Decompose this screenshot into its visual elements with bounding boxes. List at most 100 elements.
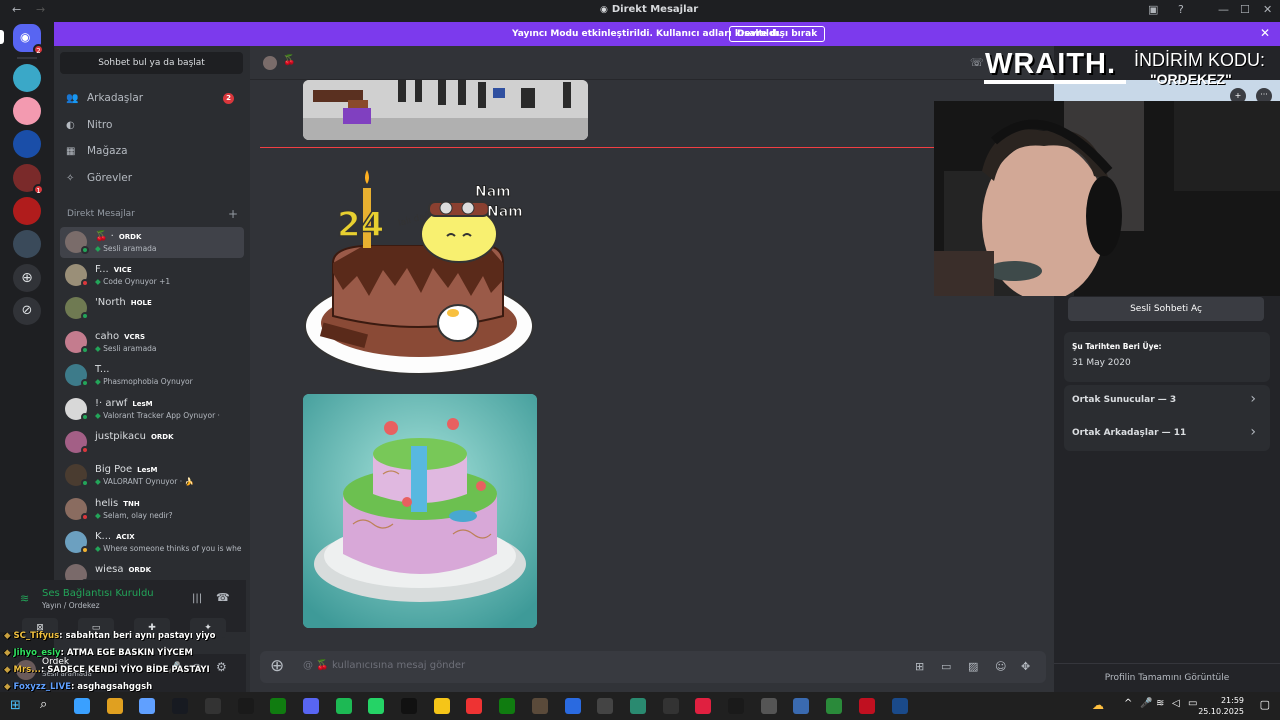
edge-taskbar-icon[interactable]: [139, 698, 156, 714]
view-full-profile-link[interactable]: Profilin Tamamını Görüntüle: [1054, 673, 1280, 683]
add-server-icon[interactable]: ⊕: [13, 264, 41, 292]
red-app-taskbar-icon[interactable]: [466, 698, 483, 714]
dm-item[interactable]: 'North HOLE: [60, 293, 244, 324]
forward-arrow-icon[interactable]: →: [36, 3, 45, 16]
noise-suppression-icon[interactable]: |||: [192, 593, 202, 604]
cake-cartoon-image[interactable]: 24 lalı dağbau Nam Nam: [303, 168, 535, 378]
notifications-icon[interactable]: ▢: [1260, 698, 1270, 711]
mutual-friends-link[interactable]: Ortak Arkadaşlar — 11: [1072, 428, 1186, 438]
cake-photo-image[interactable]: [303, 394, 537, 628]
gif-icon[interactable]: ▭: [941, 660, 951, 673]
green-app-taskbar-icon[interactable]: [499, 698, 516, 714]
message-composer[interactable]: ⊕ @ 🍒 kullanıcısına mesaj gönder ⊞ ▭ ▨ ☺…: [260, 651, 1046, 683]
windows-start-icon[interactable]: ⊞: [10, 698, 21, 713]
guild-tag: VICE: [113, 266, 132, 274]
friends-badge: 2: [223, 93, 234, 104]
apps-icon[interactable]: ✥: [1021, 660, 1030, 673]
discord-taskbar-icon[interactable]: [302, 698, 319, 714]
app-10-taskbar-icon[interactable]: [793, 698, 810, 714]
call-icon[interactable]: ☏: [970, 56, 984, 69]
app-8-taskbar-icon[interactable]: [728, 698, 744, 714]
new-dm-icon[interactable]: +: [228, 207, 238, 221]
app-taskbar-icon[interactable]: [401, 698, 417, 714]
server-4[interactable]: 1: [13, 164, 44, 195]
server-6[interactable]: [13, 230, 41, 258]
app-3-taskbar-icon[interactable]: [564, 698, 581, 714]
app-6-taskbar-icon[interactable]: [662, 698, 679, 714]
emoji-icon[interactable]: ☺: [995, 660, 1006, 673]
chevron-right-icon[interactable]: ›: [1250, 424, 1256, 440]
steam-taskbar-icon[interactable]: [172, 698, 189, 714]
message-input[interactable]: kullanıcısına mesaj gönder: [332, 660, 465, 671]
dm-item[interactable]: 🍒 · ORDK ◆ Sesli aramada: [60, 227, 244, 258]
gift-icon[interactable]: ⊞: [915, 660, 924, 673]
app-11-taskbar-icon[interactable]: [826, 698, 843, 714]
dm-item[interactable]: F... VICE ◆ Code Oynuyor +1: [60, 260, 244, 291]
sponsor-brand: WRAITH.: [985, 48, 1117, 80]
inbox-icon[interactable]: ▣: [1148, 3, 1158, 16]
spotify-taskbar-icon[interactable]: [335, 698, 352, 714]
dm-name: 'North HOLE: [95, 297, 152, 308]
maximize-icon[interactable]: ☐: [1240, 3, 1250, 16]
yellow-app-taskbar-icon[interactable]: [433, 698, 450, 714]
system-clock[interactable]: 21:59 25.10.2025: [1198, 695, 1244, 717]
tray-chevron-icon[interactable]: ^: [1124, 698, 1132, 709]
volume-icon[interactable]: ◁: [1172, 698, 1180, 709]
dm-item[interactable]: K... ACIX ◆ Where someone thinks of you is…: [60, 527, 244, 558]
weather-icon[interactable]: ☁: [1092, 698, 1104, 712]
dm-item[interactable]: caho VCRS ◆ Sesli aramada: [60, 327, 244, 358]
search-input[interactable]: Sohbet bul ya da başlat: [60, 52, 243, 74]
app-5-taskbar-icon[interactable]: [629, 698, 646, 714]
xbox-taskbar-icon[interactable]: [270, 698, 287, 714]
taskbar-search-icon[interactable]: ⌕: [40, 697, 47, 712]
chevron-right-icon[interactable]: ›: [1250, 391, 1256, 407]
discover-icon[interactable]: ⊘: [13, 297, 41, 325]
mic-tray-icon[interactable]: 🎤: [1140, 698, 1152, 709]
home-button[interactable]: ◉ 2: [13, 24, 44, 55]
whatsapp-taskbar-icon[interactable]: [368, 698, 385, 714]
epic-taskbar-icon[interactable]: [204, 698, 221, 714]
close-window-icon[interactable]: ✕: [1263, 3, 1272, 16]
dm-item[interactable]: !· arwf LesM ◆ Valorant Tracker App Oynuyo…: [60, 394, 244, 425]
attach-plus-icon[interactable]: ⊕: [270, 656, 284, 676]
server-2[interactable]: [13, 97, 41, 125]
mutual-servers-link[interactable]: Ortak Sunucular — 3: [1072, 395, 1176, 405]
disconnect-icon[interactable]: ☎: [216, 591, 230, 604]
app-9-taskbar-icon[interactable]: [760, 698, 777, 714]
dm-item[interactable]: Big Poe LesM ◆ VALORANT Oynuyor · 🍌: [60, 460, 244, 491]
chat-avatar[interactable]: [263, 56, 277, 70]
open-voice-chat-button[interactable]: Sesli Sohbeti Aç: [1068, 297, 1264, 321]
nav-nitro[interactable]: ◐ Nitro: [66, 115, 112, 135]
stream-chat-overlay: ◆ SC_Tifyus: sabahtan beri aynı pastayı …: [4, 628, 216, 696]
obs-taskbar-icon[interactable]: [237, 698, 254, 714]
voice-channel[interactable]: Yayın / Ordekez: [42, 601, 100, 610]
wifi-icon[interactable]: ≋: [1156, 698, 1164, 709]
nav-quests[interactable]: ✧ Görevler: [66, 168, 132, 188]
help-icon[interactable]: ?: [1178, 3, 1184, 16]
app-2-taskbar-icon[interactable]: [531, 698, 548, 714]
chrome-taskbar-icon[interactable]: [106, 698, 123, 714]
sticker-icon[interactable]: ▨: [968, 660, 978, 673]
minimize-icon[interactable]: —: [1218, 3, 1229, 16]
chat-text: SADECE KENDİ YİYO BİDE PASTAYI: [47, 665, 210, 675]
app-12-taskbar-icon[interactable]: [858, 698, 875, 714]
server-5[interactable]: [13, 197, 41, 225]
steam-2-taskbar-icon[interactable]: [891, 698, 908, 714]
nav-shop[interactable]: ▦ Mağaza: [66, 141, 128, 161]
app-7-taskbar-icon[interactable]: [695, 698, 712, 714]
server-3[interactable]: [13, 130, 41, 158]
nav-friends[interactable]: 👥 Arkadaşlar: [66, 88, 143, 108]
party-image[interactable]: [303, 80, 588, 140]
dm-name: F... VICE: [95, 264, 132, 275]
dm-item[interactable]: T... ◆ Phasmophobia Oynuyor: [60, 360, 244, 391]
server-1[interactable]: [13, 64, 41, 92]
battery-icon[interactable]: ▭: [1188, 698, 1197, 709]
back-arrow-icon[interactable]: ←: [12, 3, 21, 16]
app-4-taskbar-icon[interactable]: [597, 698, 614, 714]
dm-item[interactable]: helis TNH ◆ Selam, olay nedir?: [60, 494, 244, 525]
file-explorer-taskbar-icon[interactable]: [74, 698, 90, 714]
settings-gear-icon[interactable]: ⚙: [216, 660, 227, 674]
dm-item[interactable]: justpikacu ORDK: [60, 427, 244, 458]
disable-streamer-mode-button[interactable]: Devre dışı bırak: [729, 26, 826, 42]
close-banner-icon[interactable]: ✕: [1260, 26, 1270, 40]
